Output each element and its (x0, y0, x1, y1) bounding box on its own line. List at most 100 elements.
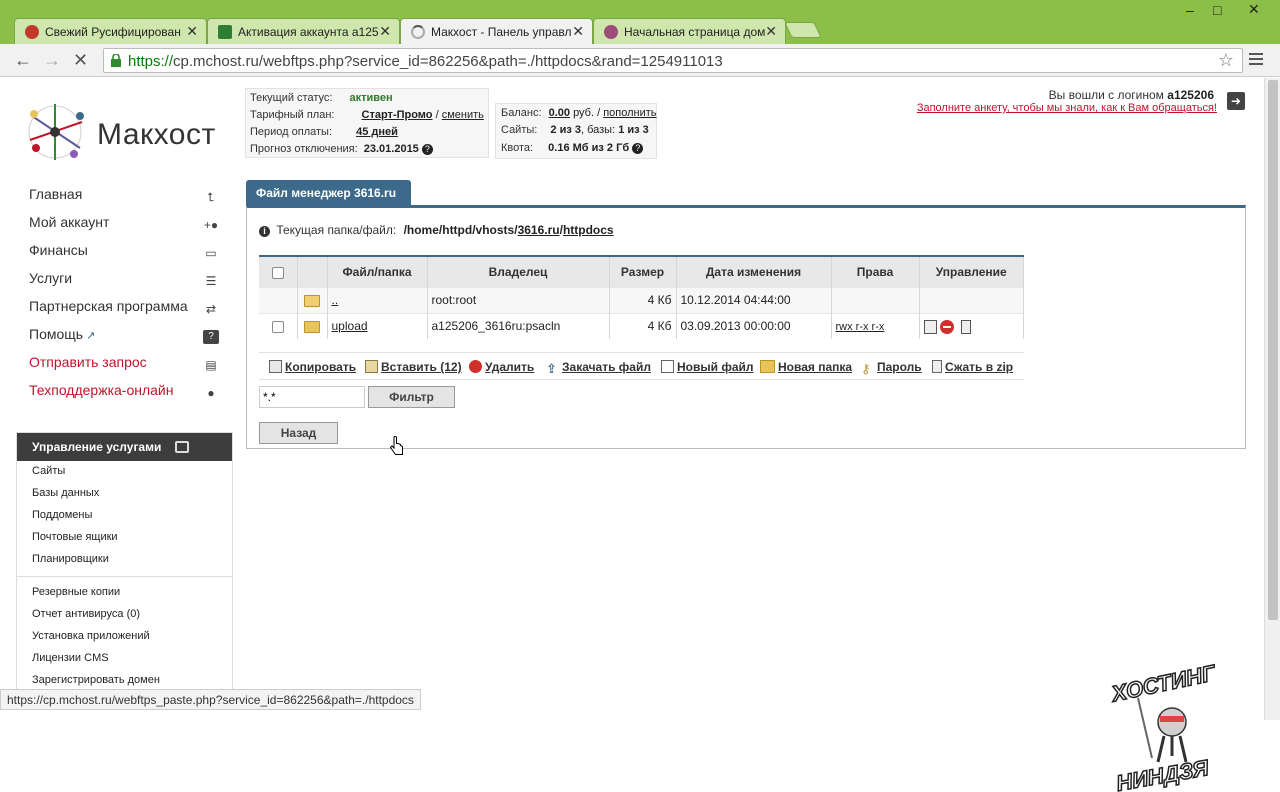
service-link-subdomains[interactable]: Поддомены (17, 505, 232, 527)
file-table: Файл/папка Владелец Размер Дата изменени… (259, 255, 1024, 339)
zip-file-icon[interactable] (961, 319, 972, 334)
delete-button[interactable]: Удалить (469, 360, 534, 374)
plan-label: Тарифный план: (250, 109, 335, 121)
nav-item-help[interactable]: Помощь ↗ ? (29, 326, 229, 354)
zip-button[interactable]: Сжать в zip (932, 360, 1013, 374)
nav-item-finance[interactable]: Финансы ▭ (29, 242, 229, 270)
document-icon: ▤ (205, 358, 217, 372)
maximize-icon[interactable]: □ (1213, 2, 1221, 18)
db-label: , базы: (580, 124, 616, 136)
quota-value: 0.16 Мб из 2 Гб (548, 142, 630, 154)
row-checkbox[interactable] (271, 321, 284, 334)
nav-item-partner[interactable]: Партнерская программа ⇄ (29, 298, 229, 326)
help-question-icon[interactable]: ? (421, 143, 433, 155)
period-link[interactable]: 45 дней (356, 126, 398, 138)
change-plan-link[interactable]: сменить (442, 109, 484, 121)
path-site-link[interactable]: 3616.ru (518, 223, 560, 237)
path-dir-link[interactable]: httpdocs (563, 223, 614, 237)
status-bar-url: https://cp.mchost.ru/webftps_paste.php?s… (0, 689, 421, 710)
column-name[interactable]: Файл/папка (327, 255, 428, 287)
plan-link[interactable]: Старт-Промо (362, 109, 433, 121)
service-link-apps[interactable]: Установка приложений (17, 626, 232, 648)
watermark-bottom-text: НИНДЗЯ (1114, 755, 1211, 792)
owner-cell: a125206_3616ru:psacln (427, 312, 610, 339)
scrollbar-thumb[interactable] (1268, 80, 1278, 620)
fill-form-link[interactable]: Заполните анкету, чтобы мы знали, как к … (917, 102, 1217, 114)
file-manager-tab[interactable]: Файл менеджер 3616.ru (246, 180, 411, 206)
close-window-icon[interactable]: ✕ (1248, 1, 1260, 18)
checkbox-cell (259, 286, 298, 313)
path-prefix: /home/httpd/vhosts/ (403, 223, 518, 237)
back-arrow-icon[interactable]: ← (14, 50, 32, 70)
new-folder-button[interactable]: Новая папка (760, 360, 852, 374)
page: Макхост Текущий статус: активен Тарифный… (0, 78, 1264, 792)
forward-arrow-icon[interactable]: → (43, 50, 61, 70)
file-name-link[interactable]: upload (332, 319, 368, 333)
column-owner[interactable]: Владелец (427, 255, 610, 287)
perms-cell: rwx r-x r-x (831, 312, 920, 339)
service-link-databases[interactable]: Базы данных (17, 483, 232, 505)
back-button[interactable]: Назад (259, 422, 338, 444)
logo-icon[interactable] (22, 96, 92, 166)
stop-loading-icon[interactable]: ✕ (73, 50, 88, 70)
close-tab-icon[interactable]: ✕ (379, 23, 391, 40)
filter-input[interactable] (259, 386, 365, 408)
path-label: Текущая папка/файл: (276, 223, 397, 237)
browser-menu-icon[interactable] (1249, 53, 1263, 67)
nav-item-home[interactable]: Главная ⮤ (29, 186, 229, 214)
browser-tab-2[interactable]: Активация аккаунта a125 ✕ (207, 18, 400, 44)
watermark-top-text: ХОСТИНГ (1108, 660, 1219, 707)
folder-up-icon[interactable] (297, 286, 328, 313)
help-question-icon[interactable]: ? (632, 142, 644, 154)
close-tab-icon[interactable]: ✕ (572, 23, 584, 40)
forecast-value: 23.01.2015 (363, 143, 419, 155)
browser-tab-1[interactable]: Свежий Русифицирован ✕ (14, 18, 207, 44)
paste-button[interactable]: Вставить (12) (365, 360, 462, 374)
logout-icon[interactable]: ➜ (1227, 92, 1245, 110)
delete-file-icon[interactable] (939, 319, 954, 334)
topup-link[interactable]: пополнить (603, 107, 656, 119)
file-name-link[interactable]: .. (332, 293, 339, 307)
filter-button[interactable]: Фильтр (368, 386, 455, 408)
new-file-button[interactable]: Новый файл (661, 360, 754, 374)
browser-tab-4[interactable]: Начальная страница дом ✕ (593, 18, 786, 44)
column-perms[interactable]: Права (831, 255, 920, 287)
close-tab-icon[interactable]: ✕ (186, 23, 198, 40)
service-link-cms-licenses[interactable]: Лицензии CMS (17, 648, 232, 670)
close-tab-icon[interactable]: ✕ (765, 23, 777, 40)
services-panel-header[interactable]: Управление услугами (17, 433, 232, 461)
service-link-backups[interactable]: Резервные копии (17, 582, 232, 604)
tab-title: Начальная страница дом (624, 25, 766, 39)
bookmark-star-icon[interactable]: ☆ (1218, 50, 1234, 71)
upload-file-button[interactable]: ⇪ Закачать файл (546, 360, 651, 375)
status-label: Текущий статус: (250, 92, 333, 104)
balance-value[interactable]: 0.00 (549, 107, 570, 119)
page-scrollbar[interactable] (1264, 78, 1280, 720)
column-size[interactable]: Размер (609, 255, 677, 287)
lock-icon (111, 54, 121, 67)
nav-item-services[interactable]: Услуги ☰ (29, 270, 229, 298)
service-link-schedulers[interactable]: Планировщики (17, 549, 232, 571)
minimize-icon[interactable]: – (1186, 2, 1194, 18)
service-link-antivirus[interactable]: Отчет антивируса (0) (17, 604, 232, 626)
select-all-checkbox[interactable] (271, 266, 284, 279)
copy-file-icon[interactable] (923, 319, 937, 334)
service-link-sites[interactable]: Сайты (17, 461, 232, 483)
copy-button[interactable]: Копировать (269, 360, 356, 374)
nav-item-send-request[interactable]: Отправить запрос ▤ (29, 354, 229, 382)
password-button[interactable]: ⚷ Пароль (861, 360, 922, 375)
menu-toggle-icon[interactable] (175, 441, 189, 453)
date-cell: 03.09.2013 00:00:00 (676, 312, 832, 339)
nav-item-account[interactable]: Мой аккаунт +● (29, 214, 229, 242)
copy-label: Копировать (285, 360, 357, 374)
column-date[interactable]: Дата изменения (676, 255, 832, 287)
nav-item-support-online[interactable]: Техподдержка-онлайн ● (29, 382, 229, 410)
service-link-mailboxes[interactable]: Почтовые ящики (17, 527, 232, 549)
perms-link[interactable]: rwx r-x r-x (836, 321, 885, 333)
url-text: https://cp.mchost.ru/webftps.php?service… (128, 53, 723, 70)
browser-tab-3-active[interactable]: Макхост - Панель управл ✕ (400, 18, 593, 44)
url-path: /webftps.php?service_id=862256&path=./ht… (258, 53, 723, 70)
address-bar[interactable]: https://cp.mchost.ru/webftps.php?service… (103, 48, 1243, 73)
new-tab-button[interactable] (784, 22, 822, 38)
file-actions-bar: Копировать Вставить (12) Удалить ⇪ Закача… (259, 352, 1024, 380)
